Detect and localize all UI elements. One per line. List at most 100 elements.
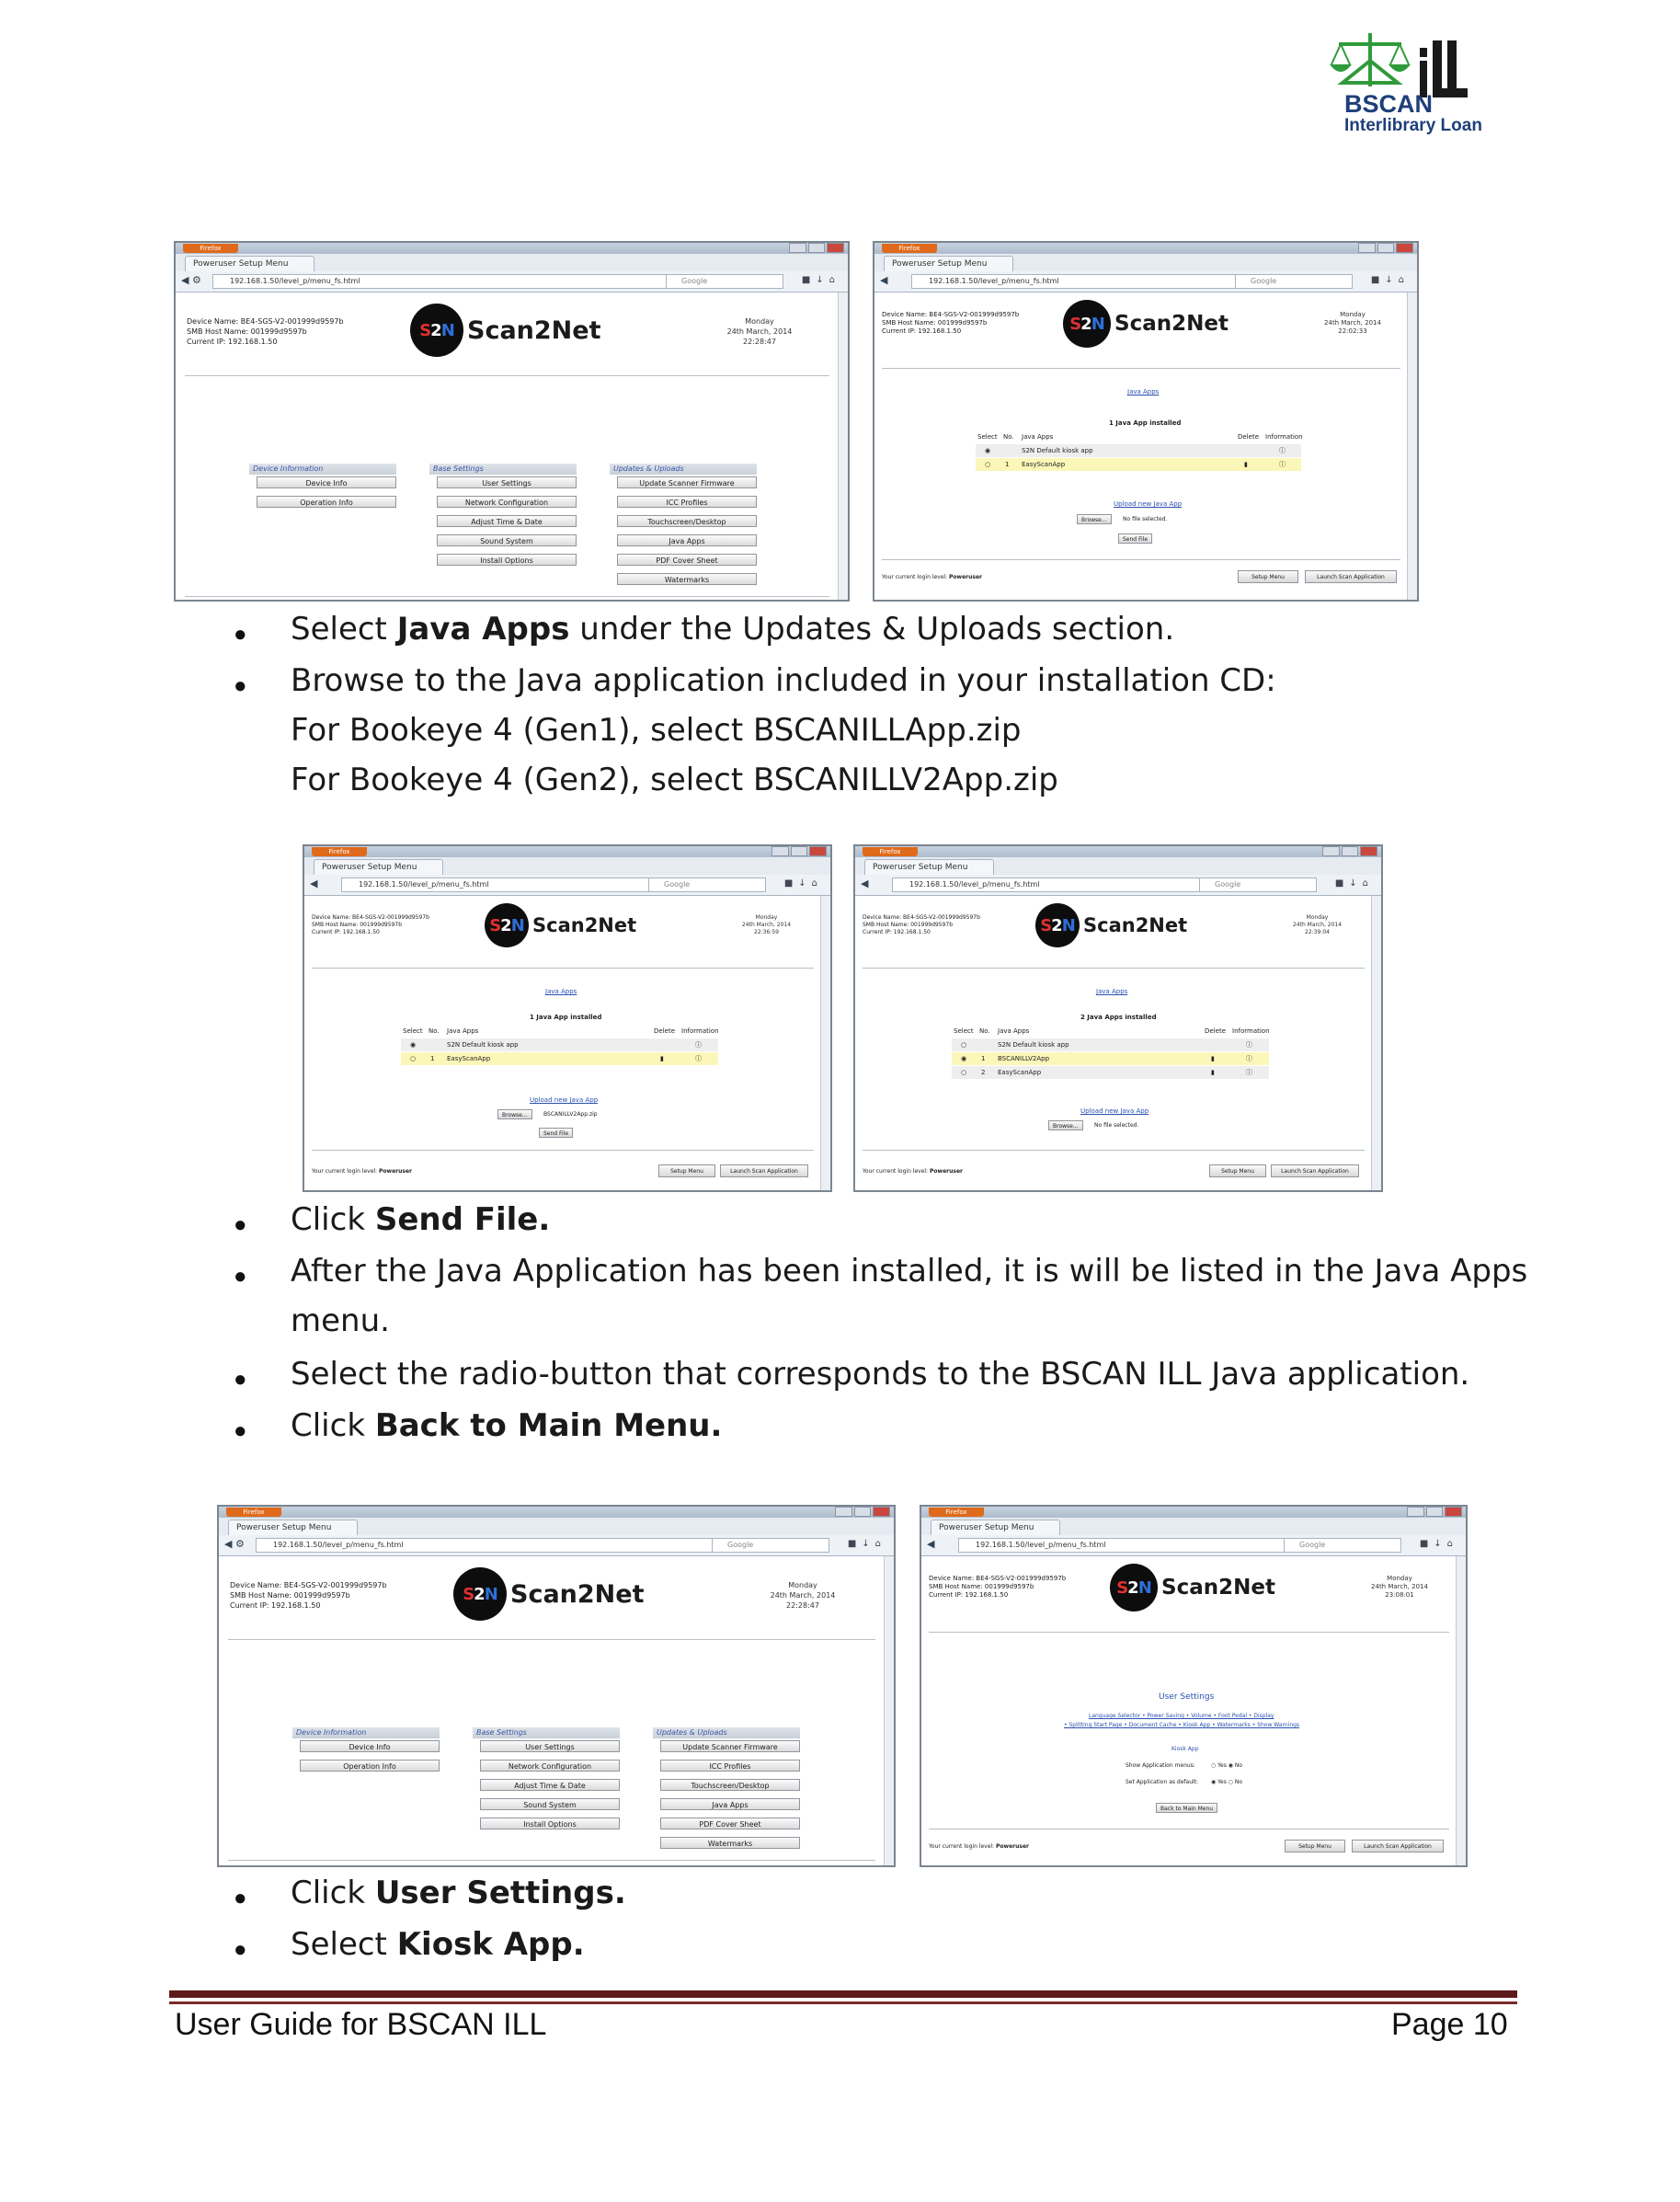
- watermarks-button[interactable]: Watermarks: [660, 1837, 800, 1849]
- pdf-cover-sheet-button[interactable]: PDF Cover Sheet: [617, 554, 757, 566]
- browse-button[interactable]: Browse...: [1077, 514, 1112, 524]
- adjust-time-date-button[interactable]: Adjust Time & Date: [480, 1779, 620, 1791]
- search-box[interactable]: Google: [666, 274, 783, 289]
- adjust-time-date-button[interactable]: Adjust Time & Date: [437, 515, 577, 527]
- icc-profiles-button[interactable]: ICC Profiles: [617, 496, 757, 508]
- back-arrow-icon[interactable]: ◀ ⚙: [181, 274, 201, 286]
- upload-link[interactable]: Upload new Java App: [1114, 500, 1182, 508]
- table-row[interactable]: ○ 1 EasyScanApp ▮ ⓘ: [401, 1052, 718, 1065]
- table-row[interactable]: ○ 1 EasyScanApp ▮ ⓘ: [976, 458, 1301, 471]
- setup-menu-button[interactable]: Setup Menu: [1209, 1164, 1266, 1177]
- url-bar[interactable]: 192.168.1.50/level_p/menu_fs.html: [892, 877, 1206, 892]
- scrollbar[interactable]: [1407, 292, 1417, 600]
- back-arrow-icon[interactable]: ◀ ⚙: [224, 1538, 245, 1550]
- browser-tab[interactable]: Poweruser Setup Menu: [931, 1520, 1061, 1536]
- table-row[interactable]: ◉ 1 BSCANILLV2App ▮ ⓘ: [952, 1052, 1269, 1065]
- browser-tab[interactable]: Poweruser Setup Menu: [185, 256, 315, 272]
- install-options-button[interactable]: Install Options: [480, 1818, 620, 1829]
- browse-button[interactable]: Browse...: [1048, 1120, 1083, 1130]
- table-row[interactable]: ◉ S2N Default kiosk app ⓘ: [976, 444, 1301, 457]
- settings-links-row-2[interactable]: • Splitting Start Page • Document Cache …: [1064, 1722, 1299, 1728]
- launch-scan-application-button[interactable]: Launch Scan Application: [720, 1164, 808, 1177]
- firefox-menu-button[interactable]: Firefox: [882, 244, 937, 253]
- device-info-button[interactable]: Device Info: [257, 476, 396, 488]
- scrollbar[interactable]: [820, 896, 830, 1190]
- user-settings-button[interactable]: User Settings: [437, 476, 577, 488]
- window-controls[interactable]: [1407, 1507, 1463, 1517]
- install-options-button[interactable]: Install Options: [437, 554, 577, 566]
- toolbar-icons[interactable]: ■↓⌂: [848, 1539, 886, 1549]
- java-apps-button[interactable]: Java Apps: [617, 534, 757, 546]
- back-arrow-icon[interactable]: ◀: [861, 877, 868, 889]
- setup-menu-button[interactable]: Setup Menu: [1238, 570, 1298, 583]
- sound-system-button[interactable]: Sound System: [437, 534, 577, 546]
- scrollbar[interactable]: [884, 1556, 894, 1865]
- network-configuration-button[interactable]: Network Configuration: [437, 496, 577, 508]
- search-box[interactable]: Google: [1199, 877, 1317, 892]
- sound-system-button[interactable]: Sound System: [480, 1798, 620, 1810]
- url-bar[interactable]: 192.168.1.50/level_p/menu_fs.html: [911, 274, 1242, 289]
- launch-scan-application-button[interactable]: Launch Scan Application: [1352, 1840, 1444, 1852]
- window-controls[interactable]: [1322, 846, 1378, 856]
- url-bar[interactable]: 192.168.1.50/level_p/menu_fs.html: [341, 877, 656, 892]
- search-box[interactable]: Google: [1284, 1538, 1401, 1553]
- update-scanner-firmware-button[interactable]: Update Scanner Firmware: [617, 476, 757, 488]
- back-arrow-icon[interactable]: ◀: [310, 877, 317, 889]
- touchscreen-desktop-button[interactable]: Touchscreen/Desktop: [660, 1779, 800, 1791]
- browser-tab[interactable]: Poweruser Setup Menu: [314, 859, 444, 876]
- toolbar-icons[interactable]: ■↓⌂: [1371, 275, 1410, 285]
- pdf-cover-sheet-button[interactable]: PDF Cover Sheet: [660, 1818, 800, 1829]
- network-configuration-button[interactable]: Network Configuration: [480, 1760, 620, 1772]
- firefox-menu-button[interactable]: Firefox: [929, 1508, 984, 1517]
- launch-scan-application-button[interactable]: Launch Scan Application: [1305, 570, 1397, 583]
- touchscreen-desktop-button[interactable]: Touchscreen/Desktop: [617, 515, 757, 527]
- url-bar[interactable]: 192.168.1.50/level_p/menu_fs.html: [212, 274, 673, 289]
- operation-info-button[interactable]: Operation Info: [257, 496, 396, 508]
- send-file-button[interactable]: Send File: [1118, 533, 1153, 544]
- url-bar[interactable]: 192.168.1.50/level_p/menu_fs.html: [256, 1538, 719, 1553]
- setup-menu-button[interactable]: Setup Menu: [658, 1164, 715, 1177]
- back-arrow-icon[interactable]: ◀: [927, 1538, 934, 1550]
- browse-button[interactable]: Browse...: [497, 1109, 532, 1119]
- toolbar-icons[interactable]: ■↓⌂: [1335, 878, 1374, 889]
- show-menus-radios[interactable]: ○ Yes ◉ No: [1211, 1762, 1242, 1769]
- launch-scan-application-button[interactable]: Launch Scan Application: [1271, 1164, 1359, 1177]
- update-scanner-firmware-button[interactable]: Update Scanner Firmware: [660, 1740, 800, 1752]
- setup-menu-button[interactable]: Setup Menu: [1285, 1840, 1345, 1852]
- scrollbar[interactable]: [1371, 896, 1381, 1190]
- firefox-menu-button[interactable]: Firefox: [312, 847, 367, 856]
- toolbar-icons[interactable]: ■↓⌂: [1420, 1539, 1458, 1549]
- device-info-button[interactable]: Device Info: [300, 1740, 440, 1752]
- browser-tab[interactable]: Poweruser Setup Menu: [228, 1520, 359, 1536]
- browser-tab[interactable]: Poweruser Setup Menu: [884, 256, 1014, 272]
- search-box[interactable]: Google: [648, 877, 766, 892]
- window-controls[interactable]: [771, 846, 828, 856]
- send-file-button[interactable]: Send File: [539, 1128, 574, 1138]
- firefox-menu-button[interactable]: Firefox: [226, 1508, 281, 1517]
- window-controls[interactable]: [835, 1507, 891, 1517]
- set-default-radios[interactable]: ◉ Yes ○ No: [1211, 1779, 1242, 1785]
- url-bar[interactable]: 192.168.1.50/level_p/menu_fs.html: [958, 1538, 1291, 1553]
- scrollbar[interactable]: [838, 292, 848, 600]
- toolbar-icons[interactable]: ■↓⌂: [802, 275, 840, 285]
- settings-links-row-1[interactable]: Language Selector • Power Saving • Volum…: [1089, 1713, 1274, 1719]
- user-settings-button[interactable]: User Settings: [480, 1740, 620, 1752]
- search-box[interactable]: Google: [1235, 274, 1353, 289]
- table-row[interactable]: ○ S2N Default kiosk app ⓘ: [952, 1038, 1269, 1051]
- window-controls[interactable]: [789, 243, 845, 253]
- search-box[interactable]: Google: [712, 1538, 829, 1553]
- icc-profiles-button[interactable]: ICC Profiles: [660, 1760, 800, 1772]
- table-row[interactable]: ◉ S2N Default kiosk app ⓘ: [401, 1038, 718, 1051]
- window-controls[interactable]: [1358, 243, 1414, 253]
- firefox-menu-button[interactable]: Firefox: [863, 847, 918, 856]
- operation-info-button[interactable]: Operation Info: [300, 1760, 440, 1772]
- upload-link[interactable]: Upload new Java App: [530, 1096, 598, 1104]
- firefox-menu-button[interactable]: Firefox: [183, 244, 238, 253]
- browser-tab[interactable]: Poweruser Setup Menu: [864, 859, 995, 876]
- watermarks-button[interactable]: Watermarks: [617, 573, 757, 585]
- java-apps-button[interactable]: Java Apps: [660, 1798, 800, 1810]
- scrollbar[interactable]: [1456, 1556, 1466, 1865]
- toolbar-icons[interactable]: ■↓⌂: [784, 878, 823, 889]
- back-to-main-menu-button[interactable]: Back to Main Menu: [1156, 1803, 1218, 1813]
- back-arrow-icon[interactable]: ◀: [880, 274, 887, 286]
